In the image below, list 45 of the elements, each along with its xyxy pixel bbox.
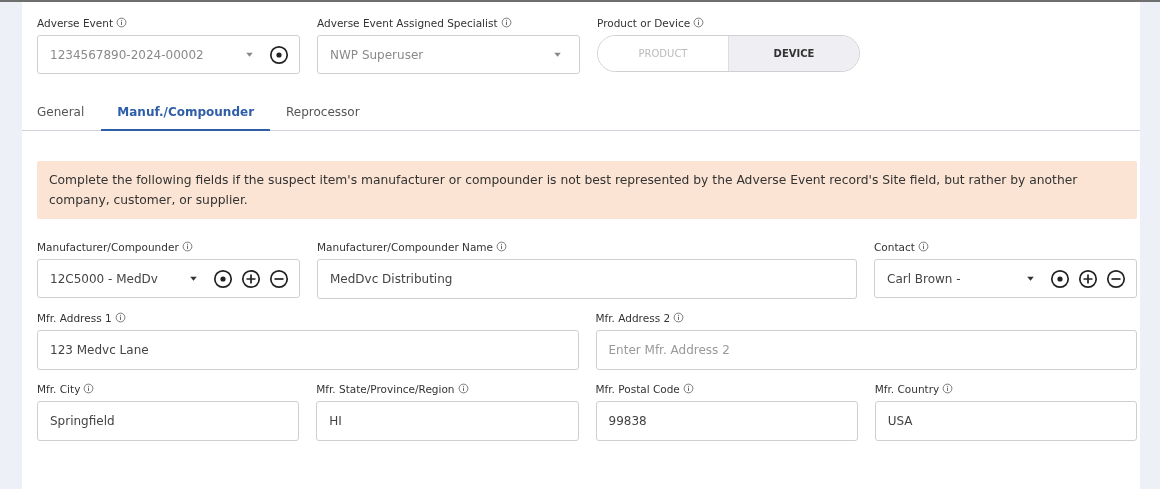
toggle-option[interactable]: DEVICE — [728, 36, 859, 71]
info-icon — [500, 17, 512, 28]
field-label: Product or Device — [597, 16, 691, 29]
input-field[interactable]: Enter Mfr. Address 2 — [595, 330, 1137, 370]
remove-icon[interactable] — [1106, 268, 1126, 289]
add-icon[interactable] — [1078, 268, 1098, 289]
field-label: Adverse Event — [37, 16, 113, 29]
info-icon — [917, 241, 929, 252]
info-icon — [682, 383, 694, 394]
input-field[interactable]: Springfield — [37, 401, 300, 441]
field-label: Mfr. Address 2 — [595, 311, 671, 324]
info-icon — [181, 241, 193, 252]
field-label: Manufacturer/Compounder Name — [317, 240, 494, 253]
tab[interactable]: Manuf./Compounder — [101, 102, 271, 131]
info-icon — [693, 17, 705, 28]
remove-icon[interactable] — [269, 268, 289, 289]
input-field[interactable]: MedDvc Distributing — [317, 259, 857, 299]
add-icon[interactable] — [241, 268, 261, 289]
input-field[interactable]: 99838 — [595, 401, 858, 441]
field-label: Mfr. Address 1 — [37, 311, 112, 324]
field-label: Mfr. Postal Code — [595, 382, 680, 395]
field-label: Mfr. Country — [874, 382, 940, 395]
field-label: Mfr. City — [37, 382, 81, 395]
field-label: Contact — [874, 240, 915, 253]
input-field[interactable]: 123 Medvc Lane — [37, 330, 579, 370]
info-icon — [942, 383, 954, 394]
info-icon — [116, 17, 127, 28]
segmented-toggle[interactable]: PRODUCT DEVICE — [597, 35, 860, 72]
field-label: Manufacturer/Compounder — [37, 240, 179, 253]
input-field[interactable]: USA — [874, 401, 1137, 441]
notice-banner: Complete the following fields if the suspect item's manufacturer or compounder is not best represented by the Adverse Event record's Site field, but rather by another company, customer, or supplier. — [37, 161, 1137, 219]
dropdown-field[interactable]: Carl Brown - — [874, 259, 1137, 298]
target-icon[interactable] — [213, 268, 233, 289]
info-icon — [496, 241, 508, 252]
info-icon — [114, 312, 126, 323]
dropdown-field[interactable]: 12C5000 - MedDv — [37, 259, 300, 298]
field-label: Mfr. State/Province/Region — [316, 382, 455, 395]
tab[interactable]: Reprocessor — [270, 102, 376, 131]
field-label: Adverse Event Assigned Specialist — [317, 16, 498, 29]
info-icon — [83, 383, 95, 394]
target-icon[interactable] — [1050, 268, 1070, 289]
input-field[interactable]: HI — [316, 401, 579, 441]
info-icon — [673, 312, 685, 323]
info-icon — [457, 383, 469, 394]
tab[interactable]: General — [37, 102, 102, 131]
